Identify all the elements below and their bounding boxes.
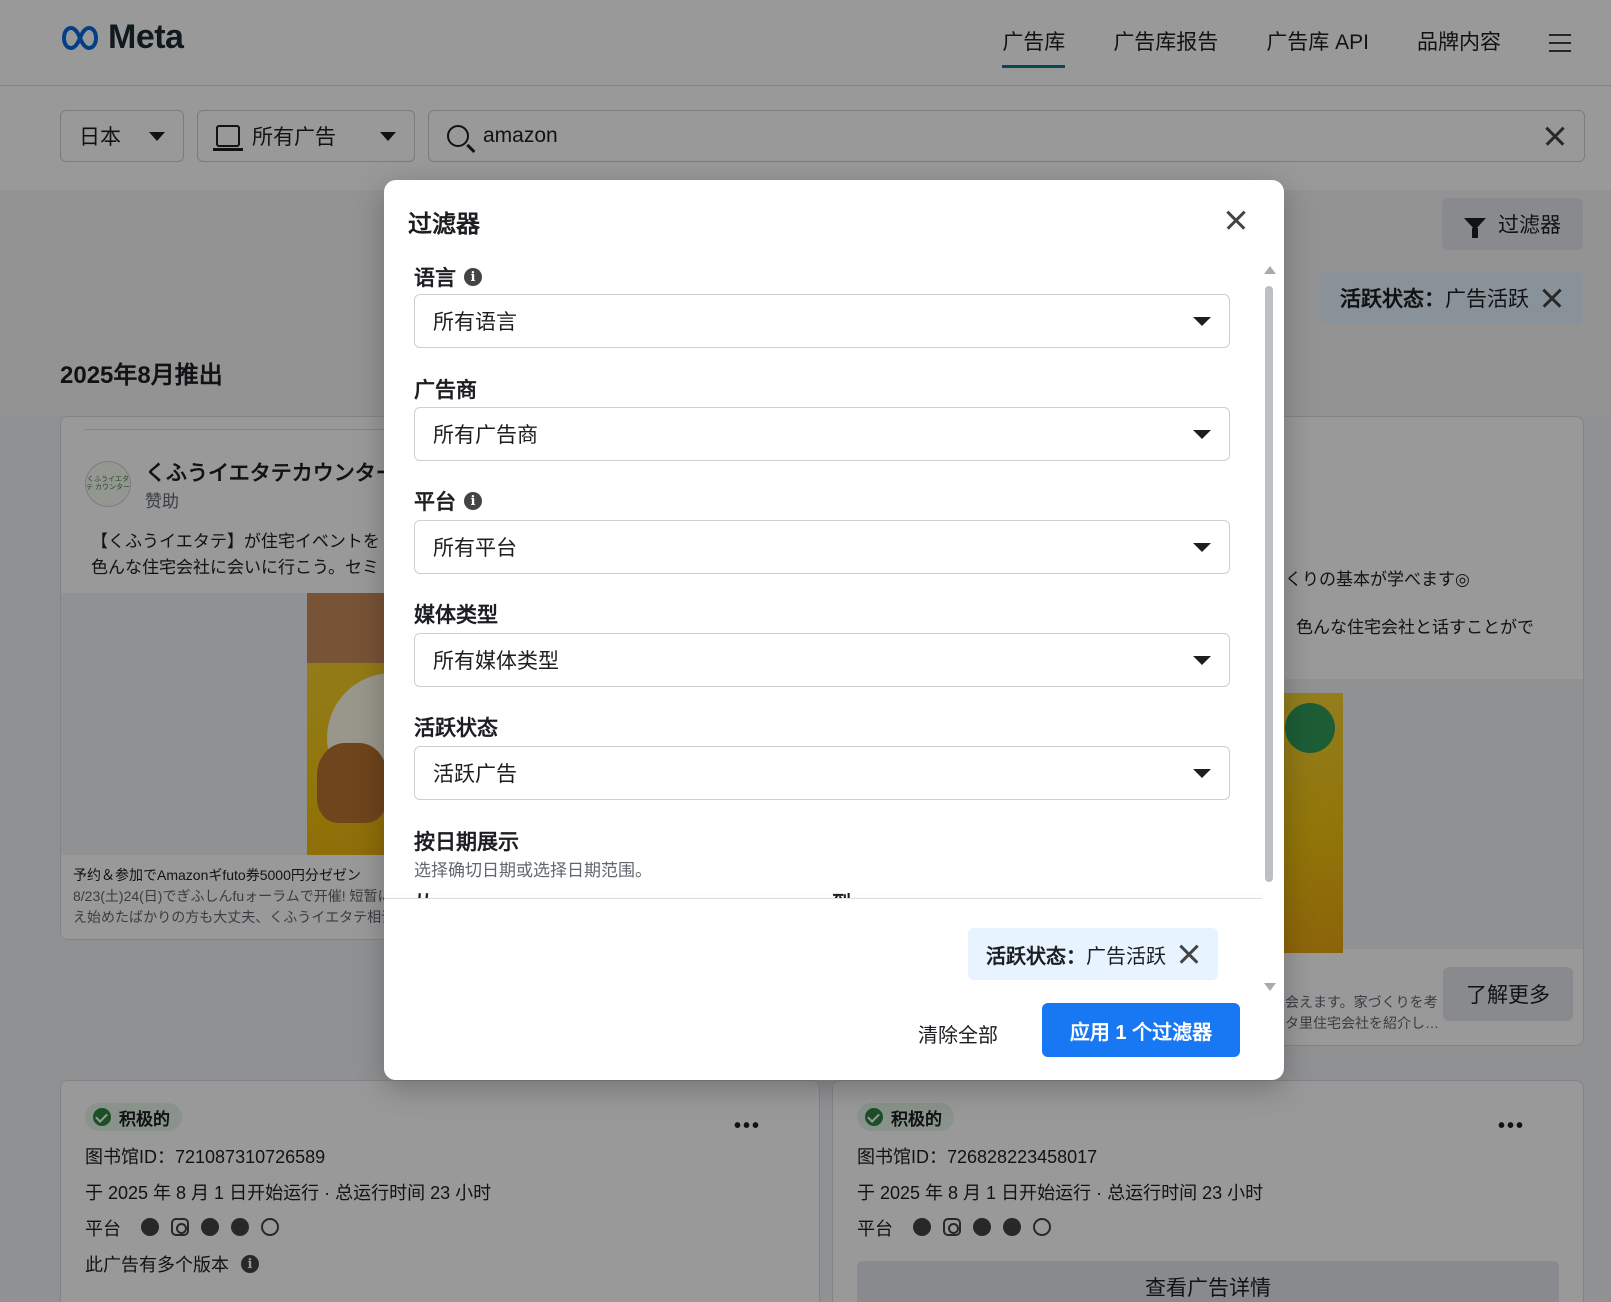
chevron-down-icon (1193, 768, 1211, 778)
platform-label-text: 平台 (414, 491, 456, 514)
platform-value: 所有平台 (433, 537, 517, 560)
chip-key: 活跃状态： (986, 945, 1086, 968)
advertiser-select[interactable]: 所有广告商 (414, 407, 1230, 461)
dialog-scrollbar[interactable] (1264, 266, 1276, 991)
active-status-value: 活跃广告 (433, 763, 517, 786)
chevron-down-icon (1193, 429, 1211, 439)
active-status-label: 活跃状态 (414, 712, 498, 742)
info-icon[interactable]: i (464, 492, 482, 510)
date-label-text: 按日期展示 (414, 831, 519, 854)
chip-value: 广告活跃 (1086, 945, 1166, 968)
active-status-label-text: 活跃状态 (414, 717, 498, 740)
chevron-down-icon (1193, 542, 1211, 552)
advertiser-value: 所有广告商 (433, 424, 538, 447)
advertiser-label-text: 广告商 (414, 379, 477, 402)
date-help-text: 选择确切日期或选择日期范围。 (414, 861, 652, 880)
media-type-label: 媒体类型 (414, 599, 498, 629)
dialog-title: 过滤器 (408, 211, 480, 238)
date-label: 按日期展示 (414, 826, 519, 856)
media-type-label-text: 媒体类型 (414, 604, 498, 627)
platform-label: 平台 i (414, 486, 482, 516)
filters-dialog: 过滤器 语言 i 所有语言 广告商 所有广告商 平台 i 所有平台 媒体类型 所… (384, 180, 1284, 1080)
info-icon[interactable]: i (464, 268, 482, 286)
chevron-down-icon (1193, 655, 1211, 665)
language-value: 所有语言 (433, 311, 517, 334)
apply-filters-button[interactable]: 应用 1 个过滤器 (1042, 1003, 1240, 1057)
applied-filter-chip: 活跃状态：广告活跃 (968, 928, 1218, 980)
media-type-select[interactable]: 所有媒体类型 (414, 633, 1230, 687)
advertiser-label: 广告商 (414, 374, 477, 404)
language-label-text: 语言 (414, 267, 456, 290)
active-status-select[interactable]: 活跃广告 (414, 746, 1230, 800)
dialog-footer: 活跃状态：广告活跃 清除全部 应用 1 个过滤器 (384, 899, 1264, 1080)
language-select[interactable]: 所有语言 (414, 294, 1230, 348)
close-dialog-icon[interactable] (1222, 206, 1250, 234)
scroll-down-arrow-icon[interactable] (1264, 983, 1276, 991)
platform-select[interactable]: 所有平台 (414, 520, 1230, 574)
scrollbar-thumb[interactable] (1265, 286, 1273, 882)
chevron-down-icon (1193, 316, 1211, 326)
media-type-value: 所有媒体类型 (433, 650, 559, 673)
language-label: 语言 i (414, 262, 482, 292)
scroll-up-arrow-icon[interactable] (1264, 266, 1276, 274)
remove-chip-icon[interactable] (1178, 943, 1200, 965)
clear-all-button[interactable]: 清除全部 (900, 1007, 1016, 1059)
